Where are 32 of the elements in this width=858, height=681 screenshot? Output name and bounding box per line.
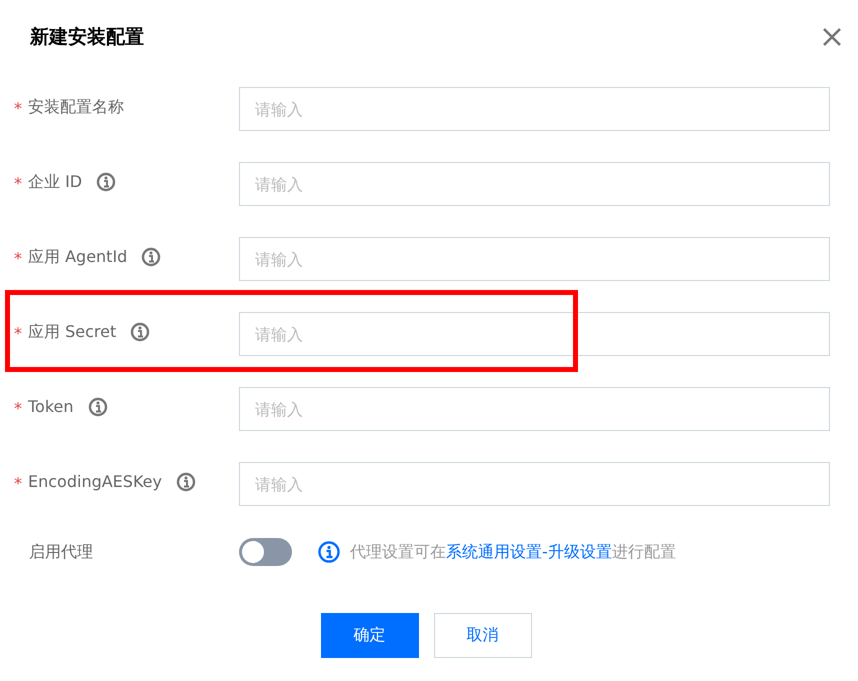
input-field[interactable]: 请输入 [239, 462, 830, 506]
input-field[interactable]: 请输入 [239, 162, 830, 206]
proxy-label: 启用代理 [28, 542, 94, 562]
cancel-button[interactable]: 取消 [434, 613, 532, 658]
settings-link[interactable]: 系统通用设置-升级设置 [446, 542, 612, 560]
info-icon[interactable] [96, 172, 116, 192]
info-icon[interactable] [130, 322, 150, 342]
info-icon [318, 541, 340, 563]
field-label: EncodingAESKey [28, 472, 162, 491]
required-asterisk: * [14, 173, 22, 193]
field-label: 应用 AgentId [28, 247, 128, 268]
field-label: Token [28, 397, 74, 416]
proxy-hint: 代理设置可在系统通用设置-升级设置进行配置 [350, 542, 676, 562]
dialog-title: 新建安装配置 [30, 25, 144, 50]
field-label: 应用 Secret [28, 322, 116, 343]
input-field[interactable]: 请输入 [239, 237, 830, 281]
field-label: 企业 ID [28, 172, 82, 193]
confirm-button[interactable]: 确定 [320, 613, 418, 658]
field-label: 安装配置名称 [28, 97, 124, 118]
info-icon[interactable] [88, 397, 108, 417]
required-asterisk: * [14, 473, 22, 493]
required-asterisk: * [14, 323, 22, 343]
input-field[interactable]: 请输入 [239, 87, 830, 131]
required-asterisk: * [14, 98, 22, 118]
required-asterisk: * [14, 248, 22, 268]
info-icon[interactable] [141, 247, 162, 267]
close-icon[interactable] [822, 27, 842, 47]
proxy-toggle[interactable] [239, 538, 292, 566]
info-icon[interactable] [176, 472, 196, 492]
required-asterisk: * [14, 398, 22, 418]
input-field[interactable]: 请输入 [239, 312, 830, 356]
input-field[interactable]: 请输入 [239, 387, 830, 431]
